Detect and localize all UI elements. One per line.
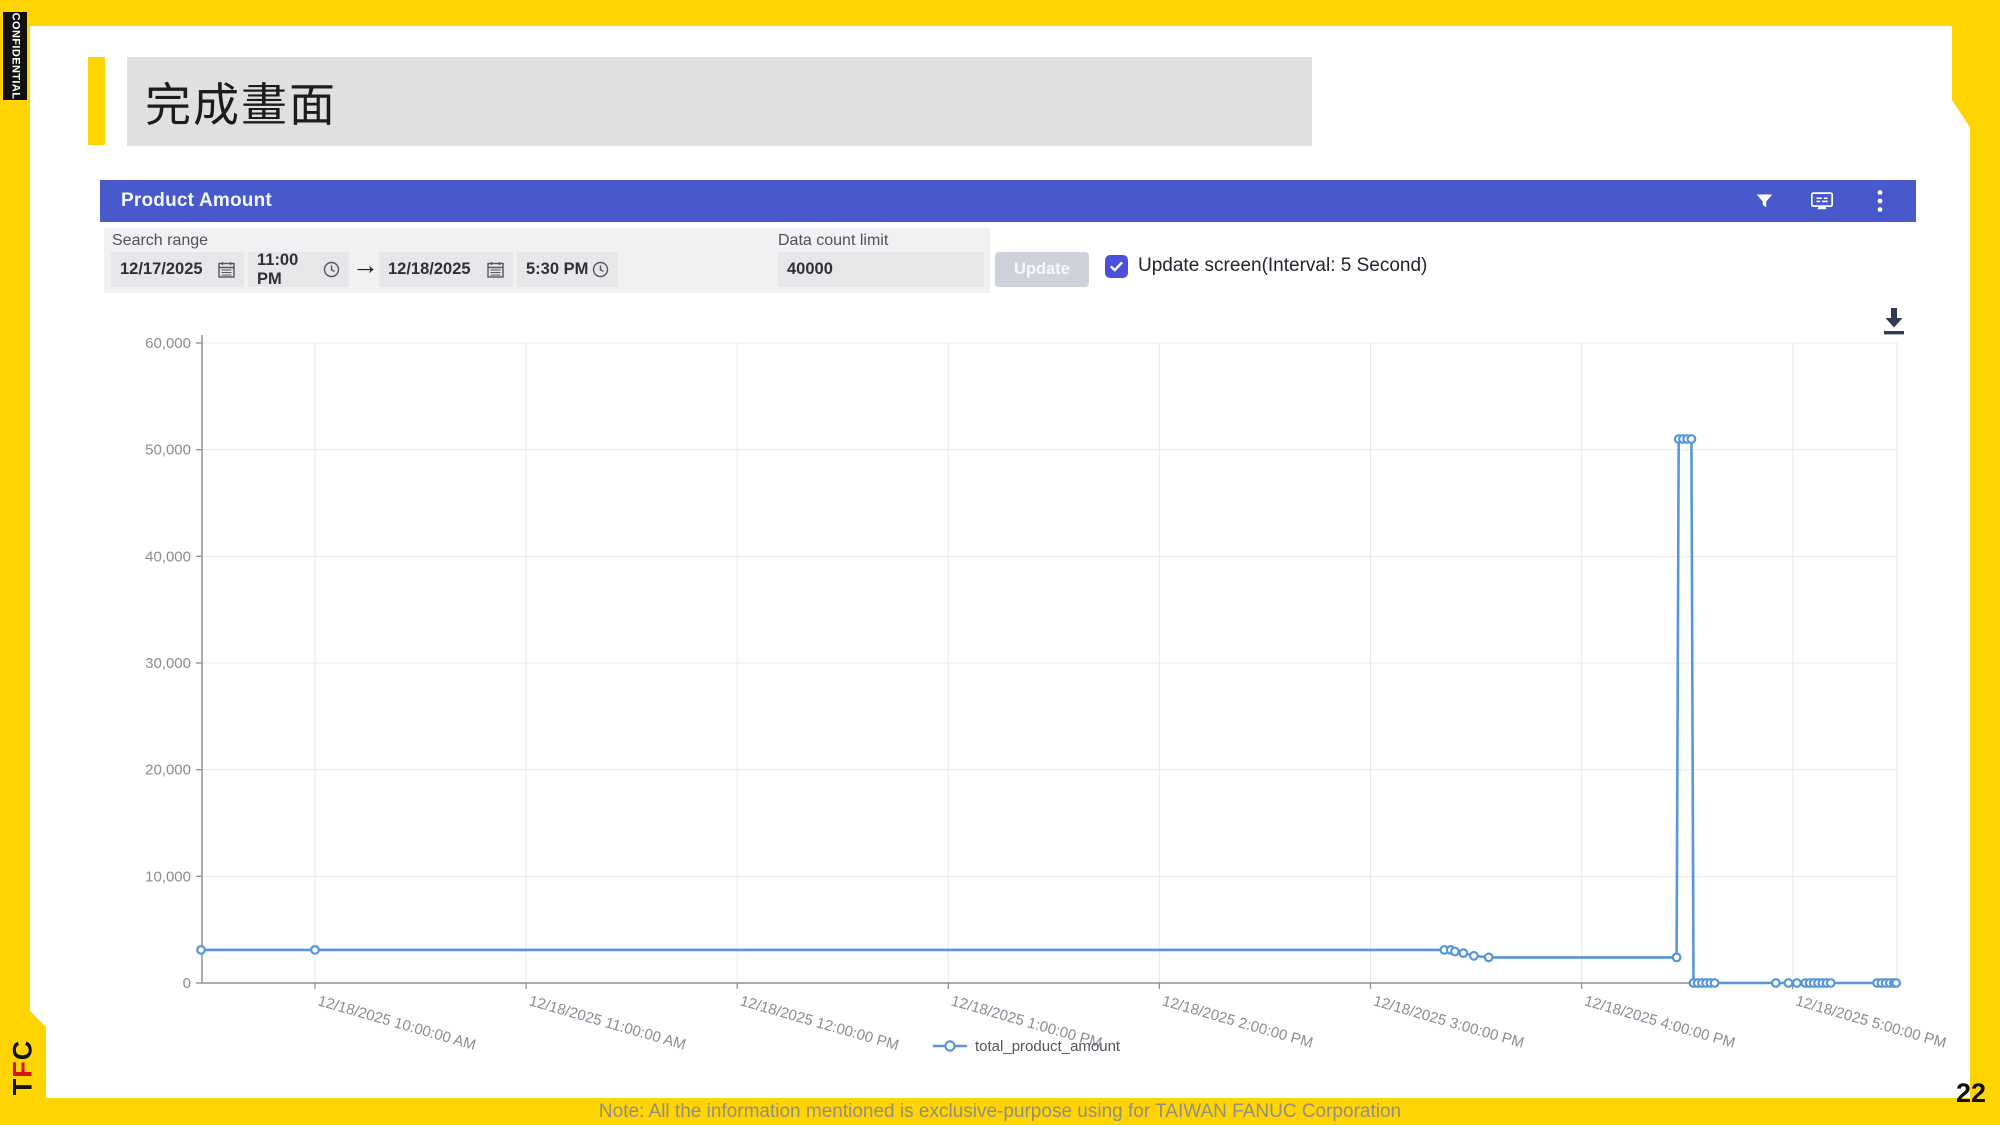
clock-icon xyxy=(323,261,340,278)
data-count-limit-input[interactable]: 40000 xyxy=(778,252,984,287)
download-icon[interactable] xyxy=(1879,304,1909,340)
frame-right-strip xyxy=(1970,0,2000,1125)
display-settings-icon[interactable] xyxy=(1810,189,1834,213)
svg-text:0: 0 xyxy=(183,975,191,992)
svg-text:12/18/2025 5:00:00 PM: 12/18/2025 5:00:00 PM xyxy=(1794,993,1949,1052)
calendar-icon xyxy=(487,261,504,278)
update-screen-label: Update screen(Interval: 5 Second) xyxy=(1138,255,1427,277)
start-date-input[interactable]: 12/17/2025 xyxy=(111,252,244,287)
svg-text:30,000: 30,000 xyxy=(145,655,191,672)
calendar-icon xyxy=(218,261,235,278)
panel-header-icons xyxy=(1752,189,1916,213)
svg-text:12/18/2025 2:00:00 PM: 12/18/2025 2:00:00 PM xyxy=(1160,993,1315,1052)
legend-total-product-amount[interactable]: total_product_amount xyxy=(933,1038,1121,1055)
svg-text:12/18/2025 4:00:00 PM: 12/18/2025 4:00:00 PM xyxy=(1582,993,1737,1052)
svg-text:12/18/2025 10:00:00 AM: 12/18/2025 10:00:00 AM xyxy=(316,993,478,1054)
check-icon xyxy=(1109,259,1124,274)
data-count-limit-label: Data count limit xyxy=(778,232,888,250)
search-range-label: Search range xyxy=(112,232,208,250)
svg-text:40,000: 40,000 xyxy=(145,548,191,565)
confidential-badge: CONFIDENTIAL xyxy=(3,12,27,100)
svg-text:12/18/2025 3:00:00 PM: 12/18/2025 3:00:00 PM xyxy=(1371,993,1526,1052)
filter-icon[interactable] xyxy=(1752,189,1776,213)
svg-text:total_product_amount: total_product_amount xyxy=(975,1038,1121,1055)
svg-text:20,000: 20,000 xyxy=(145,762,191,779)
frame-top-right-block xyxy=(1952,0,2000,128)
product-amount-panel: Product Amount xyxy=(100,180,1916,300)
svg-text:10,000: 10,000 xyxy=(145,868,191,885)
start-time-input[interactable]: 11:00 PM xyxy=(248,252,349,287)
svg-text:50,000: 50,000 xyxy=(145,442,191,459)
footer-bar: Note: All the information mentioned is e… xyxy=(0,1098,2000,1125)
svg-text:12/18/2025 11:00:00 AM: 12/18/2025 11:00:00 AM xyxy=(527,993,688,1054)
tfc-logo: TFC xyxy=(2,1034,44,1100)
frame-left-strip xyxy=(0,0,30,1125)
svg-text:60,000: 60,000 xyxy=(145,335,191,352)
end-date-input[interactable]: 12/18/2025 xyxy=(379,252,513,287)
frame-top-band xyxy=(0,0,2000,26)
kebab-menu-icon[interactable] xyxy=(1868,189,1892,213)
clock-icon xyxy=(592,261,609,278)
end-time-input[interactable]: 5:30 PM xyxy=(517,252,618,287)
svg-text:12/18/2025 12:00:00 PM: 12/18/2025 12:00:00 PM xyxy=(738,993,901,1055)
update-button[interactable]: Update xyxy=(995,252,1089,287)
slide: 0 10,000 20,000 30,000 40,000 50,000 60,000 12/… xyxy=(0,0,2000,1125)
page-number: 22 xyxy=(1956,1078,1986,1109)
panel-header: Product Amount xyxy=(100,180,1916,222)
product-amount-chart: 0 10,000 20,000 30,000 40,000 50,000 60,000 12/… xyxy=(0,0,2000,1125)
footer-note: Note: All the information mentioned is e… xyxy=(599,1101,1401,1123)
range-arrow: → xyxy=(352,250,378,281)
update-screen-checkbox[interactable] xyxy=(1105,255,1128,278)
panel-title: Product Amount xyxy=(100,190,272,212)
